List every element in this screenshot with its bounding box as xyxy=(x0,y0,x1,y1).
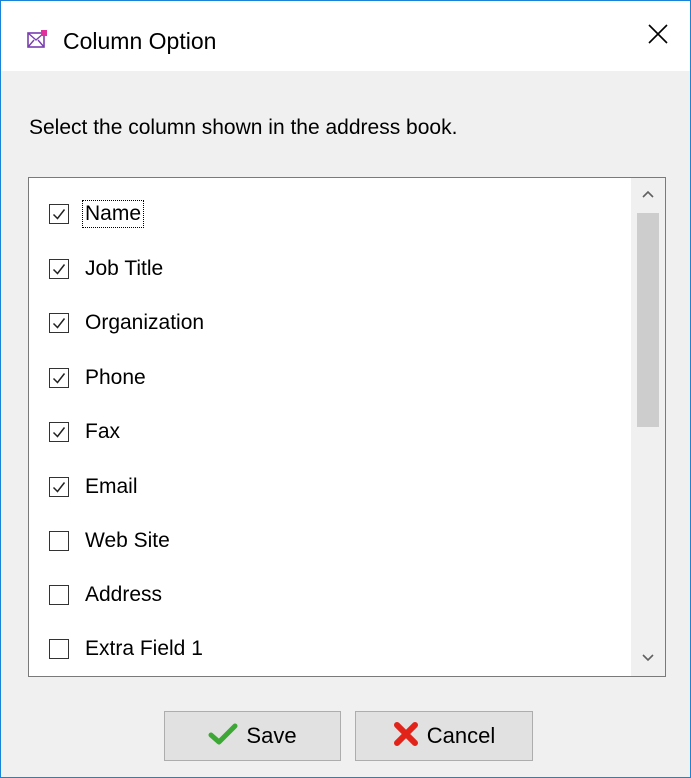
scroll-down-button[interactable] xyxy=(631,642,665,676)
list-item-label: Extra Field 1 xyxy=(85,637,203,660)
instruction-text: Select the column shown in the address b… xyxy=(29,116,458,139)
cancel-button-label: Cancel xyxy=(426,723,496,748)
save-button[interactable]: Save xyxy=(164,711,341,761)
close-button[interactable] xyxy=(626,11,690,61)
list-item-web-site[interactable]: Web Site xyxy=(49,526,173,556)
list-item-fax[interactable]: Fax xyxy=(49,417,123,447)
list-item-name[interactable]: Name xyxy=(49,199,145,229)
list-item-address[interactable]: Address xyxy=(49,580,165,610)
list-item-phone[interactable]: Phone xyxy=(49,363,149,393)
list-item-label: Address xyxy=(85,583,163,606)
envelope-icon xyxy=(27,30,47,50)
green-checkmark-icon xyxy=(208,723,238,750)
close-icon xyxy=(648,23,668,49)
list-item-label: Fax xyxy=(85,420,121,443)
window-title: Column Option xyxy=(63,28,217,54)
checkbox-organization[interactable] xyxy=(49,313,69,333)
scroll-up-button[interactable] xyxy=(631,178,665,212)
list-item-label: Job Title xyxy=(85,257,164,280)
save-button-label: Save xyxy=(246,723,297,748)
list-item-label: Email xyxy=(85,475,138,498)
scrollbar-thumb[interactable] xyxy=(637,213,659,427)
chevron-up-icon xyxy=(641,186,655,204)
list-item-label: Web Site xyxy=(85,529,170,552)
list-item-email[interactable]: Email xyxy=(49,472,141,502)
column-list[interactable]: Name Job Title Organization Phone Fax Em… xyxy=(28,177,666,677)
checkbox-name[interactable] xyxy=(49,204,69,224)
cancel-button[interactable]: Cancel xyxy=(355,711,533,761)
checkbox-address[interactable] xyxy=(49,585,69,605)
list-item-label: Phone xyxy=(85,366,146,389)
list-item-label: Organization xyxy=(85,311,205,334)
vertical-scrollbar[interactable] xyxy=(631,178,665,676)
list-item-label: Name xyxy=(82,200,145,228)
checkbox-web-site[interactable] xyxy=(49,531,69,551)
list-item-extra-field-1[interactable]: Extra Field 1 xyxy=(49,634,206,664)
chevron-down-icon xyxy=(641,650,655,668)
list-item-job-title[interactable]: Job Title xyxy=(49,254,166,284)
checkbox-email[interactable] xyxy=(49,477,69,497)
checkbox-job-title[interactable] xyxy=(49,259,69,279)
red-x-icon xyxy=(393,721,419,751)
checkbox-phone[interactable] xyxy=(49,368,69,388)
list-item-organization[interactable]: Organization xyxy=(49,308,207,338)
checkbox-extra-field-1[interactable] xyxy=(49,639,69,659)
checkbox-fax[interactable] xyxy=(49,422,69,442)
title-bar: Column Option xyxy=(1,1,690,71)
column-option-dialog: Column Option Select the column shown in… xyxy=(0,0,691,778)
